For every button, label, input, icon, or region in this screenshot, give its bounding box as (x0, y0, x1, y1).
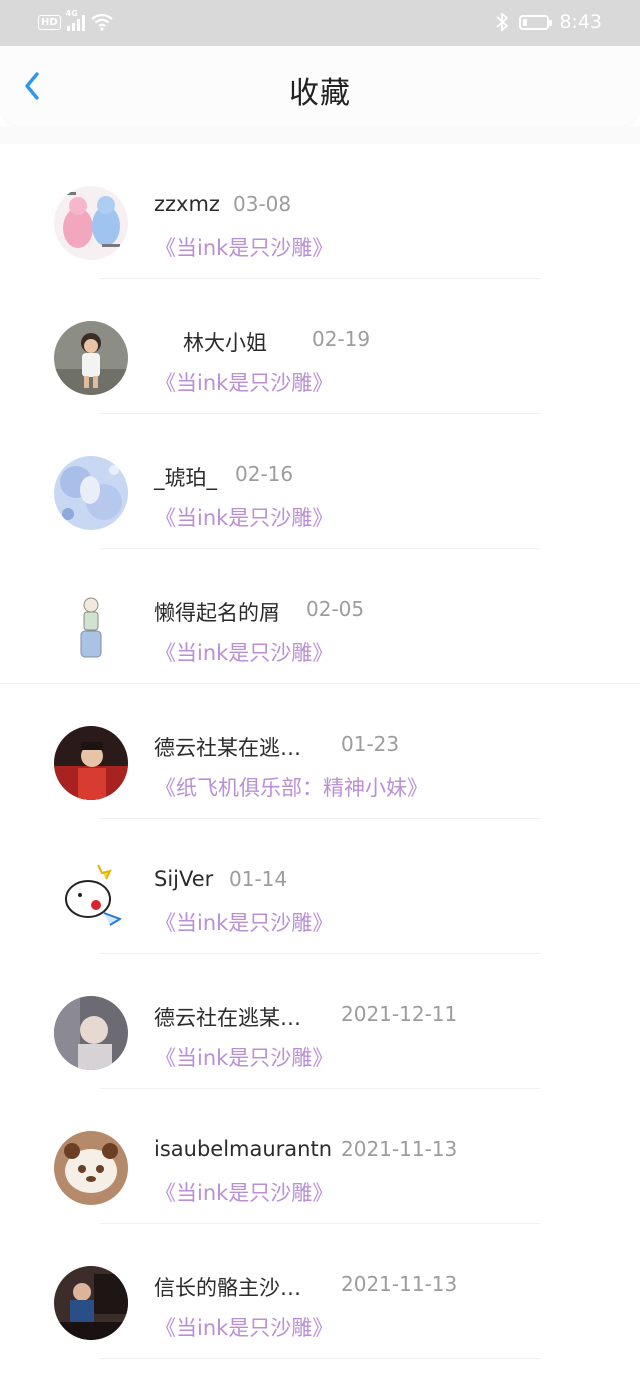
user-name[interactable]: 信长的骼主沙… (154, 1272, 301, 1302)
status-left: HD 4G (38, 9, 113, 33)
favorite-date: 2021-12-11 (341, 1002, 458, 1026)
avatar[interactable] (54, 861, 128, 935)
avatar[interactable] (54, 1131, 128, 1205)
article-link[interactable]: 《当ink是只沙雕》 (155, 1312, 333, 1342)
list-item[interactable]: SijVer 01-14 《当ink是只沙雕》 (0, 819, 640, 954)
user-name[interactable]: SijVer (154, 867, 213, 891)
favorite-date: 2021-11-13 (341, 1137, 458, 1161)
user-name[interactable]: 林大小姐 (183, 327, 267, 357)
wifi-icon (90, 13, 113, 31)
clock: 8:43 (559, 11, 602, 33)
user-name[interactable]: 德云社某在逃… (154, 732, 301, 762)
status-right: 8:43 (495, 9, 602, 35)
user-name[interactable]: _琥珀_ (154, 462, 217, 492)
article-link[interactable]: 《纸飞机俱乐部：精神小妹》 (155, 772, 428, 802)
divider (100, 1358, 540, 1359)
user-name[interactable]: 懒得起名的屑 (154, 597, 280, 627)
header-gap (0, 126, 640, 144)
favorite-date: 01-23 (341, 732, 400, 756)
avatar[interactable] (54, 996, 128, 1070)
favorite-date: 01-14 (229, 867, 288, 891)
favorite-date: 03-08 (233, 192, 292, 216)
article-link[interactable]: 《当ink是只沙雕》 (155, 502, 333, 532)
favorite-date: 02-19 (312, 327, 371, 351)
list-item[interactable]: isaubelmaurantn 2021-11-13 《当ink是只沙雕》 (0, 1089, 640, 1224)
article-link[interactable]: 《当ink是只沙雕》 (155, 1042, 333, 1072)
user-name[interactable]: 德云社在逃某… (154, 1002, 301, 1032)
favorites-list: zzxmz 03-08 《当ink是只沙雕》 林大小姐 02-19 《当ink是… (0, 144, 640, 1359)
header: 收藏 (0, 46, 640, 126)
avatar[interactable] (54, 726, 128, 800)
favorite-date: 02-16 (235, 462, 294, 486)
battery-icon (519, 14, 553, 30)
list-item[interactable]: 懒得起名的屑 02-05 《当ink是只沙雕》 (0, 549, 640, 684)
list-item[interactable]: 信长的骼主沙… 2021-11-13 《当ink是只沙雕》 (0, 1224, 640, 1359)
list-item[interactable]: 德云社在逃某… 2021-12-11 《当ink是只沙雕》 (0, 954, 640, 1089)
network-type: 4G (65, 9, 78, 18)
article-link[interactable]: 《当ink是只沙雕》 (155, 232, 333, 262)
user-name[interactable]: zzxmz (154, 192, 220, 216)
hd-badge: HD (38, 14, 61, 30)
signal-icon: 4G (66, 9, 85, 31)
article-link[interactable]: 《当ink是只沙雕》 (155, 907, 333, 937)
bluetooth-icon (496, 12, 509, 32)
avatar[interactable] (54, 591, 128, 665)
favorite-date: 02-05 (306, 597, 365, 621)
status-bar: HD 4G 8:43 (0, 0, 640, 46)
list-item[interactable]: zzxmz 03-08 《当ink是只沙雕》 (0, 144, 640, 279)
page-title: 收藏 (289, 76, 351, 111)
list-item[interactable]: 德云社某在逃… 01-23 《纸飞机俱乐部：精神小妹》 (0, 684, 640, 819)
avatar[interactable] (54, 1266, 128, 1340)
article-link[interactable]: 《当ink是只沙雕》 (155, 1177, 333, 1207)
avatar[interactable] (54, 321, 128, 395)
avatar[interactable] (54, 186, 128, 260)
article-link[interactable]: 《当ink是只沙雕》 (155, 367, 333, 397)
list-item[interactable]: 林大小姐 02-19 《当ink是只沙雕》 (0, 279, 640, 414)
favorite-date: 2021-11-13 (341, 1272, 458, 1296)
article-link[interactable]: 《当ink是只沙雕》 (155, 637, 333, 667)
user-name[interactable]: isaubelmaurantn (154, 1137, 332, 1161)
avatar[interactable] (54, 456, 128, 530)
list-item[interactable]: _琥珀_ 02-16 《当ink是只沙雕》 (0, 414, 640, 549)
